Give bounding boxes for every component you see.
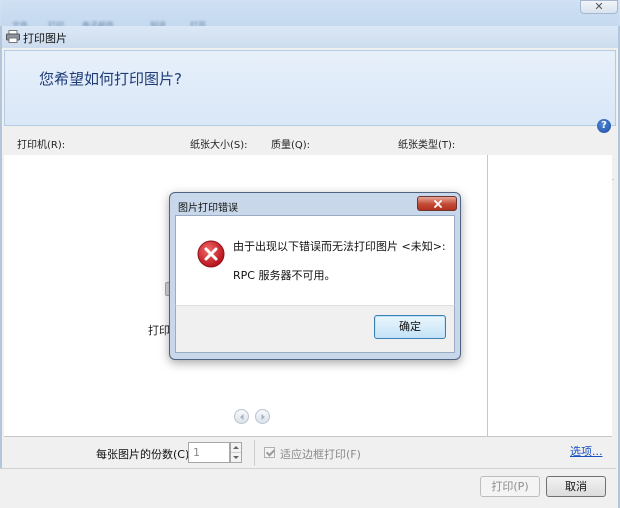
background-close-button[interactable]: ✕	[580, 0, 618, 14]
error-message: 由于出现以下错误而无法打印图片 <未知>:	[233, 240, 446, 253]
error-detail: RPC 服务器不可用。	[233, 269, 336, 282]
fit-to-frame-checkbox[interactable]	[264, 447, 275, 458]
dialog-close-button[interactable]	[417, 196, 457, 211]
print-button[interactable]: 打印(P)	[480, 476, 540, 497]
preview-truncated-label: 打印	[148, 324, 170, 337]
printer-label: 打印机(R):	[17, 140, 66, 151]
previous-page-button[interactable]	[234, 409, 249, 424]
paper-size-label: 纸张大小(S):	[190, 140, 248, 151]
next-page-button[interactable]	[255, 409, 270, 424]
arrow-right-icon	[261, 414, 265, 420]
copies-bar: 每张图片的份数(C): 1 适应边框打印(F) 选项...	[4, 436, 612, 468]
cancel-button[interactable]: 取消	[546, 476, 606, 497]
layout-thumbnails-panel	[488, 155, 612, 436]
paper-type-label: 纸张类型(T):	[398, 140, 456, 151]
copies-stepper[interactable]	[230, 442, 242, 463]
dialog-footer: 确定	[175, 305, 455, 353]
fit-to-frame-label: 适应边框打印(F)	[280, 448, 361, 461]
window-titlebar: 打印图片	[2, 26, 618, 48]
error-icon	[197, 240, 225, 268]
arrow-left-icon	[240, 414, 244, 420]
copies-label: 每张图片的份数(C):	[96, 448, 193, 461]
dialog-header: 您希望如何打印图片?	[4, 50, 616, 126]
picture-print-error-dialog: 图片打印错误 由于出现以下错误而无法打印图片 <未知>: RPC 服务器不可用。…	[169, 192, 461, 360]
options-link[interactable]: 选项...	[570, 443, 603, 459]
quality-label: 质量(Q):	[271, 140, 311, 151]
printer-app-icon	[6, 30, 20, 43]
stepper-down-icon[interactable]	[231, 453, 241, 463]
close-icon	[434, 200, 442, 208]
window-footer: 打印(P) 取消	[0, 468, 616, 508]
copies-input[interactable]: 1	[188, 442, 230, 463]
page-title: 您希望如何打印图片?	[39, 70, 182, 88]
help-icon[interactable]: ?	[597, 119, 611, 133]
window-title: 打印图片	[23, 32, 67, 45]
dialog-title: 图片打印错误	[178, 203, 238, 214]
separator	[254, 440, 255, 466]
ok-button[interactable]: 确定	[374, 315, 446, 339]
stepper-up-icon[interactable]	[231, 443, 241, 453]
dialog-body: 由于出现以下错误而无法打印图片 <未知>: RPC 服务器不可用。	[175, 215, 455, 305]
